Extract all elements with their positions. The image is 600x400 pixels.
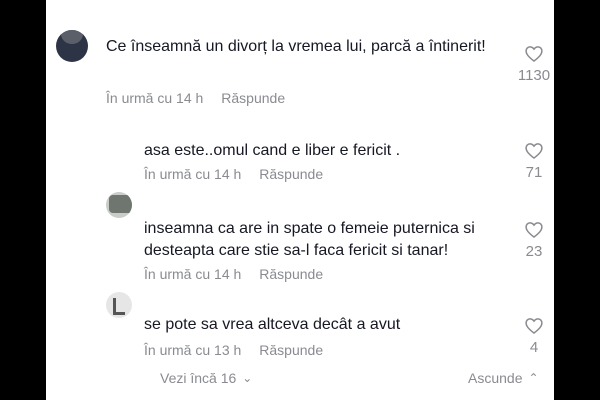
comment-text: Ce înseamnă un divorț la vremea lui, par… — [106, 38, 486, 55]
view-more-replies-button[interactable]: Vezi încă 16 ⌄ — [160, 370, 252, 386]
comment-timestamp: În urmă cu 14 h — [144, 166, 242, 182]
view-more-label: Vezi încă 16 — [160, 370, 237, 386]
comments-panel: Ce înseamnă un divorț la vremea lui, par… — [46, 0, 554, 400]
reply-button[interactable]: Răspunde — [221, 90, 285, 106]
chevron-up-icon: ⌃ — [528, 371, 539, 385]
reply-button[interactable]: Răspunde — [259, 342, 323, 358]
avatar[interactable] — [106, 292, 132, 318]
heart-outline-icon — [525, 143, 543, 160]
comment-text: se pote sa vrea altceva decât a avut — [144, 316, 401, 333]
comment-text: inseamna ca are in spate o femeie putern… — [144, 220, 475, 259]
avatar[interactable] — [56, 30, 88, 62]
replies-footer: Vezi încă 16 ⌄ Ascunde ⌃ — [46, 370, 554, 390]
comment-meta: În urmă cu 14 h Răspunde — [144, 166, 323, 182]
like-count: 71 — [525, 164, 543, 181]
comment-meta: În urmă cu 14 h Răspunde — [106, 90, 285, 106]
hide-label: Ascunde — [468, 370, 523, 386]
comment-timestamp: În urmă cu 14 h — [144, 266, 242, 282]
like-button[interactable]: 71 — [514, 141, 554, 181]
reply-button[interactable]: Răspunde — [259, 166, 323, 182]
comment-meta: În urmă cu 14 h Răspunde — [144, 266, 323, 282]
avatar[interactable] — [106, 192, 132, 218]
heart-outline-icon — [525, 318, 543, 335]
comment-meta: În urmă cu 13 h Răspunde — [144, 342, 323, 358]
chevron-down-icon: ⌄ — [242, 371, 253, 385]
reply-button[interactable]: Răspunde — [259, 266, 323, 282]
heart-outline-icon — [525, 222, 543, 239]
like-button[interactable]: 23 — [514, 220, 554, 260]
comment-text: asa este..omul cand e liber e fericit . — [144, 142, 401, 159]
hide-replies-button[interactable]: Ascunde ⌃ — [468, 370, 539, 386]
like-count: 1130 — [517, 67, 551, 84]
like-button[interactable]: 4 — [514, 316, 554, 356]
like-button[interactable]: 1130 — [514, 44, 554, 84]
comment-timestamp: În urmă cu 14 h — [106, 90, 204, 106]
heart-outline-icon — [525, 46, 543, 63]
comment-timestamp: În urmă cu 13 h — [144, 342, 242, 358]
like-count: 4 — [529, 339, 539, 356]
like-count: 23 — [525, 243, 543, 260]
